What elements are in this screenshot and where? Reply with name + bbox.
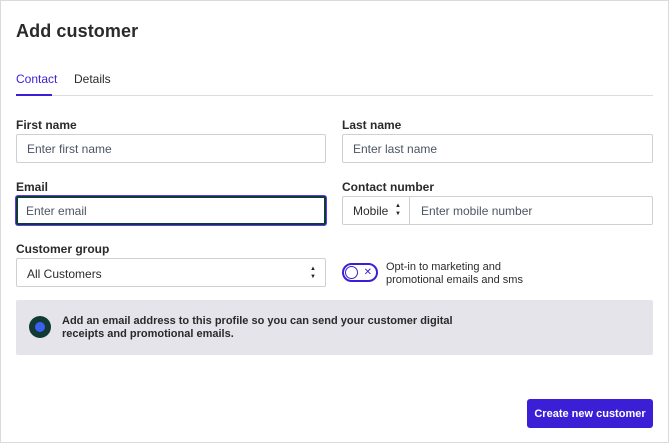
customer-group-label: Customer group	[16, 242, 110, 256]
email-label: Email	[16, 180, 49, 194]
email-input[interactable]	[16, 196, 326, 225]
select-arrows-icon: ▲ ▼	[395, 203, 401, 217]
tab-bar: Contact Details	[16, 63, 653, 96]
contact-number-group: Mobile ▲ ▼	[342, 196, 653, 225]
first-name-label: First name	[16, 118, 77, 132]
toggle-knob	[345, 266, 358, 279]
email-notice-banner: Add an email address to this profile so …	[16, 300, 653, 355]
phone-type-value: Mobile	[353, 204, 389, 218]
first-name-input[interactable]	[16, 134, 326, 163]
toggle-off-icon: ✕	[363, 267, 372, 278]
create-new-customer-button[interactable]: Create new customer	[527, 399, 653, 428]
tab-contact[interactable]: Contact	[16, 72, 57, 96]
tab-details[interactable]: Details	[74, 72, 111, 96]
info-dot-icon	[29, 316, 51, 338]
customer-group-value: All Customers	[27, 267, 102, 281]
contact-number-input[interactable]	[411, 197, 651, 224]
phone-type-select[interactable]: Mobile ▲ ▼	[343, 197, 410, 224]
select-arrows-icon: ▲ ▼	[310, 266, 316, 280]
add-customer-panel: Add customer Contact Details First name …	[0, 0, 669, 443]
notice-text: Add an email address to this profile so …	[62, 315, 453, 340]
opt-in-toggle[interactable]: ✕	[342, 263, 378, 282]
contact-number-label: Contact number	[342, 180, 435, 194]
page-title: Add customer	[16, 21, 139, 41]
customer-group-select[interactable]: All Customers ▲ ▼	[16, 258, 326, 287]
last-name-input[interactable]	[342, 134, 653, 163]
opt-in-label: Opt-in to marketing and promotional emai…	[386, 261, 523, 286]
last-name-label: Last name	[342, 118, 402, 132]
